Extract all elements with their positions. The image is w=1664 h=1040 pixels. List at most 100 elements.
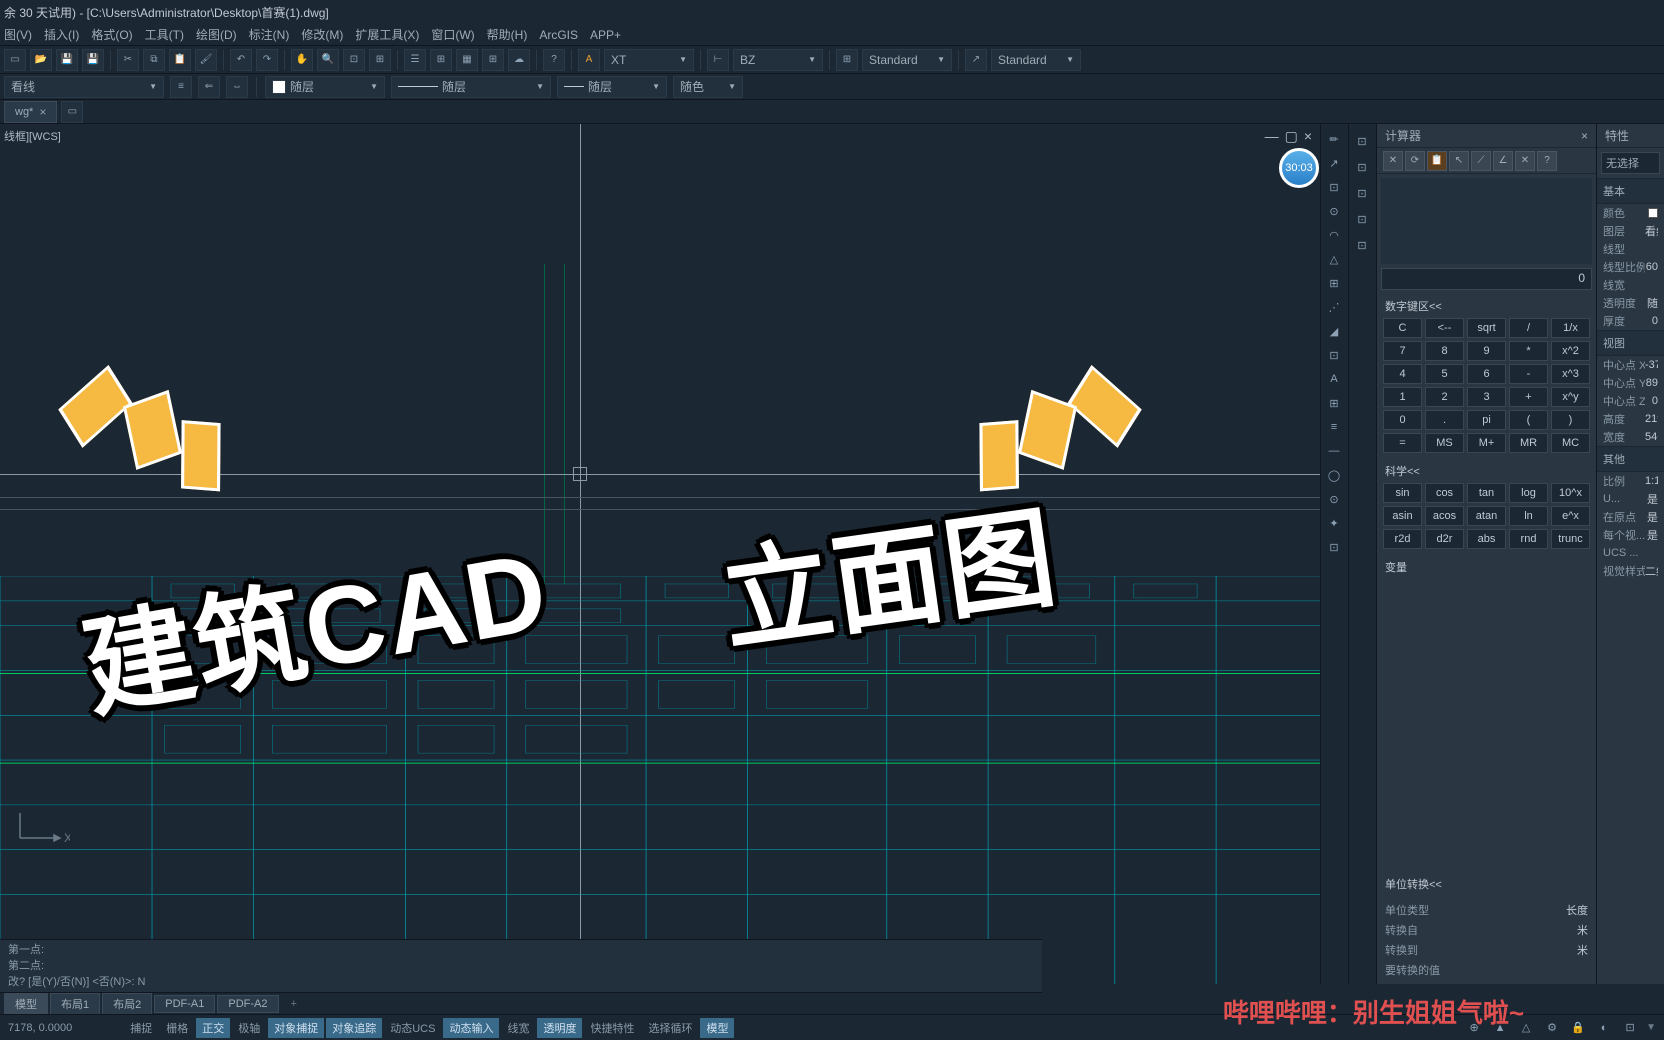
calc-key[interactable]: .: [1425, 410, 1464, 430]
tool-icon[interactable]: ≡: [1323, 416, 1345, 438]
calc-key[interactable]: C: [1383, 318, 1422, 338]
hw-accel-icon[interactable]: ◐: [1594, 1018, 1614, 1038]
tool-icon[interactable]: ◢: [1323, 320, 1345, 342]
close-icon[interactable]: ×: [39, 105, 46, 119]
save-icon[interactable]: 💾: [56, 49, 78, 71]
designctr-icon[interactable]: ⊞: [430, 49, 452, 71]
tool-icon[interactable]: ◯: [1323, 464, 1345, 486]
close-viewport-icon[interactable]: ×: [1304, 128, 1312, 145]
calc-key[interactable]: 7: [1383, 341, 1422, 361]
tool-icon[interactable]: ⊡: [1351, 130, 1373, 152]
calc-sci-key[interactable]: log: [1509, 483, 1548, 503]
tablestyle-icon[interactable]: ⊞: [836, 49, 858, 71]
calc-key[interactable]: 1/x: [1551, 318, 1590, 338]
calc-key[interactable]: sqrt: [1467, 318, 1506, 338]
tool-icon[interactable]: —: [1323, 440, 1345, 462]
menu-item[interactable]: 标注(N): [249, 26, 290, 43]
layout-tab[interactable]: PDF-A2: [217, 995, 278, 1013]
matchprop-icon[interactable]: 🖌: [195, 49, 217, 71]
var-label[interactable]: 变量: [1377, 555, 1596, 579]
calc-key[interactable]: M+: [1467, 433, 1506, 453]
calc-sci-key[interactable]: asin: [1383, 506, 1422, 526]
calc-key[interactable]: <--: [1425, 318, 1464, 338]
calc-sci-key[interactable]: atan: [1467, 506, 1506, 526]
tool-icon[interactable]: ↗: [1323, 152, 1345, 174]
status-toggle[interactable]: 极轴: [232, 1018, 266, 1038]
props-row[interactable]: 颜色: [1597, 204, 1664, 222]
cut-icon[interactable]: ✂: [117, 49, 139, 71]
sci-label[interactable]: 科学<<: [1377, 459, 1596, 483]
layer-mgr-icon[interactable]: ≡: [170, 76, 192, 98]
undo-icon[interactable]: ↶: [230, 49, 252, 71]
tool-icon[interactable]: ⋰: [1323, 296, 1345, 318]
redo-icon[interactable]: ↷: [256, 49, 278, 71]
status-toggle[interactable]: 动态UCS: [384, 1018, 441, 1038]
props-row[interactable]: 宽度546: [1597, 428, 1664, 446]
menu-item[interactable]: ArcGIS: [539, 28, 578, 42]
maximize-icon[interactable]: ▢: [1285, 128, 1298, 145]
calc-key[interactable]: MS: [1425, 433, 1464, 453]
tool-icon[interactable]: ⊞: [1323, 272, 1345, 294]
props-group[interactable]: 基本: [1597, 178, 1664, 204]
status-toggle[interactable]: 对象追踪: [326, 1018, 382, 1038]
calc-key[interactable]: x^2: [1551, 341, 1590, 361]
props-row[interactable]: 厚度0: [1597, 312, 1664, 330]
props-row[interactable]: 比例1:1: [1597, 472, 1664, 490]
menu-item[interactable]: 帮助(H): [487, 26, 528, 43]
tool-icon[interactable]: ◠: [1323, 224, 1345, 246]
add-layout-icon[interactable]: +: [281, 996, 307, 1012]
status-toggle[interactable]: 线宽: [501, 1018, 535, 1038]
tool-icon[interactable]: ✏: [1323, 128, 1345, 150]
keypad-label[interactable]: 数字键区<<: [1377, 294, 1596, 318]
props-row[interactable]: 视觉样式二维: [1597, 562, 1664, 580]
layout-tab[interactable]: PDF-A1: [154, 995, 215, 1013]
props-group[interactable]: 其他: [1597, 446, 1664, 472]
layout-tab[interactable]: 模型: [4, 993, 48, 1015]
tool-icon[interactable]: ⊙: [1323, 200, 1345, 222]
calc-int-icon[interactable]: ✕: [1515, 151, 1535, 171]
dimstyle-dropdown[interactable]: BZ▼: [733, 49, 823, 71]
color-dropdown[interactable]: 随层▼: [265, 76, 385, 98]
ann-auto-icon[interactable]: △: [1516, 1018, 1536, 1038]
calc-sci-key[interactable]: abs: [1467, 529, 1506, 549]
minimize-icon[interactable]: —: [1265, 128, 1279, 145]
calc-sci-key[interactable]: tan: [1467, 483, 1506, 503]
calc-sci-key[interactable]: r2d: [1383, 529, 1422, 549]
open-icon[interactable]: 📂: [30, 49, 52, 71]
new-icon[interactable]: ▭: [4, 49, 26, 71]
calc-key[interactable]: *: [1509, 341, 1548, 361]
tool-icon[interactable]: △: [1323, 248, 1345, 270]
calc-key[interactable]: 8: [1425, 341, 1464, 361]
calc-getpt-icon[interactable]: ↖: [1449, 151, 1469, 171]
status-toggle[interactable]: 正交: [196, 1018, 230, 1038]
textstyle-icon[interactable]: A: [578, 49, 600, 71]
props-row[interactable]: 透明度随: [1597, 294, 1664, 312]
linetype-dropdown[interactable]: 随层▼: [391, 76, 551, 98]
ann-scale-icon[interactable]: ⊕: [1464, 1018, 1484, 1038]
tool-icon[interactable]: ⊡: [1323, 536, 1345, 558]
calc-history-icon[interactable]: ⟳: [1405, 151, 1425, 171]
calc-sci-key[interactable]: d2r: [1425, 529, 1464, 549]
calc-sci-key[interactable]: cos: [1425, 483, 1464, 503]
props-row[interactable]: 线宽: [1597, 276, 1664, 294]
zoom-icon[interactable]: 🔍: [317, 49, 339, 71]
calc-key[interactable]: MR: [1509, 433, 1548, 453]
dimstyle-icon[interactable]: ⊢: [707, 49, 729, 71]
calc-key[interactable]: 6: [1467, 364, 1506, 384]
calc-icon[interactable]: ⊞: [482, 49, 504, 71]
calc-key[interactable]: 9: [1467, 341, 1506, 361]
zoomext-icon[interactable]: ⊡: [343, 49, 365, 71]
props-row[interactable]: 中心点 X-37: [1597, 356, 1664, 374]
calc-key[interactable]: =: [1383, 433, 1422, 453]
calc-key[interactable]: x^3: [1551, 364, 1590, 384]
calc-sci-key[interactable]: ln: [1509, 506, 1548, 526]
calc-key[interactable]: (: [1509, 410, 1548, 430]
props-row[interactable]: 线型: [1597, 240, 1664, 258]
layer-dropdown[interactable]: 看线▼: [4, 76, 164, 98]
file-tab[interactable]: wg* ×: [4, 101, 57, 123]
calc-result[interactable]: 0: [1381, 268, 1592, 290]
tool-icon[interactable]: ⊡: [1351, 234, 1373, 256]
calc-key[interactable]: /: [1509, 318, 1548, 338]
layer-state-icon[interactable]: ⇔: [226, 76, 248, 98]
props-icon[interactable]: ☰: [404, 49, 426, 71]
